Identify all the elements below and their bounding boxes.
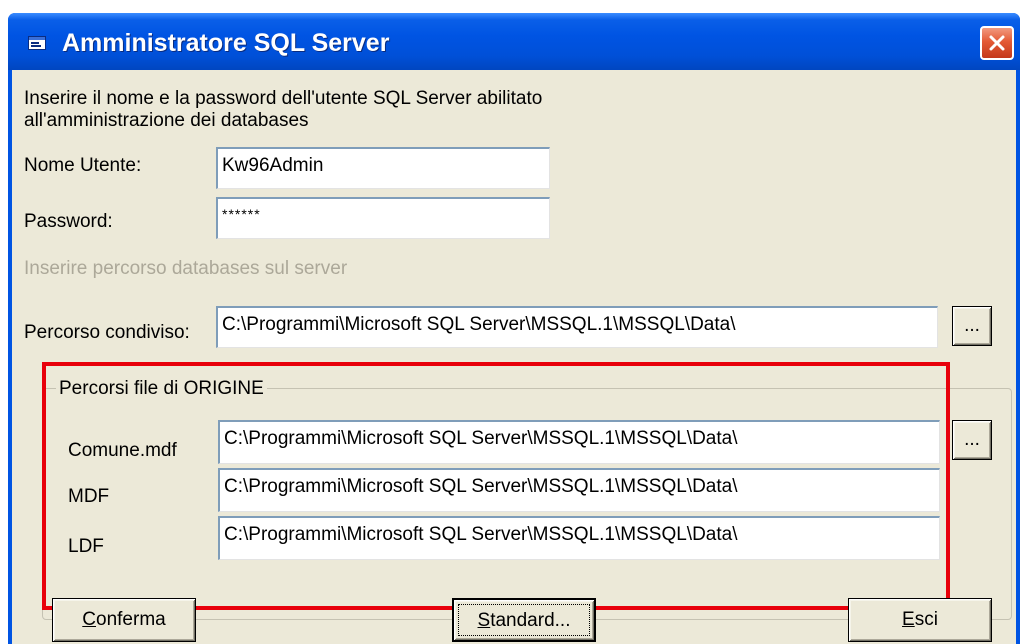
title-bar[interactable]: Amministratore SQL Server [8, 13, 1020, 70]
origin-row-label: LDF [68, 536, 104, 557]
focus-rectangle [458, 604, 590, 636]
confirm-mnemonic: C [82, 609, 97, 630]
standard-button[interactable]: Standard... [452, 598, 596, 642]
shared-path-label: Percorso condiviso: [24, 322, 190, 343]
intro-text-line2: all'amministrazione dei databases [24, 110, 309, 131]
exit-mnemonic: E [902, 609, 915, 630]
origin-row-label: Comune.mdf [68, 440, 177, 461]
dialog-window: Amministratore SQL Server Inserire il no… [8, 13, 1020, 644]
close-icon [989, 35, 1005, 51]
confirm-button[interactable]: Conferma [52, 598, 196, 642]
user-label: Nome Utente: [24, 155, 142, 176]
exit-button[interactable]: Esci [848, 598, 992, 642]
confirm-label: onferma [96, 609, 166, 630]
exit-label: sci [914, 609, 938, 630]
password-label: Password: [24, 211, 113, 232]
ldf-path-input[interactable]: C:\Programmi\Microsoft SQL Server\MSSQL.… [218, 516, 940, 560]
comune-mdf-path-input[interactable]: C:\Programmi\Microsoft SQL Server\MSSQL.… [218, 420, 940, 464]
window-title: Amministratore SQL Server [62, 29, 390, 57]
shared-path-browse-button[interactable]: ... [952, 306, 992, 346]
origin-path-browse-button[interactable]: ... [952, 420, 992, 460]
dialog-client-area: Inserire il nome e la password dell'uten… [12, 70, 1016, 644]
user-name-input[interactable]: Kw96Admin [216, 147, 550, 189]
mdf-path-input[interactable]: C:\Programmi\Microsoft SQL Server\MSSQL.… [218, 468, 940, 512]
intro-text-line1: Inserire il nome e la password dell'uten… [24, 88, 543, 109]
close-button[interactable] [980, 26, 1014, 60]
server-path-hint: Inserire percorso databases sul server [24, 258, 348, 279]
shared-path-input[interactable]: C:\Programmi\Microsoft SQL Server\MSSQL.… [216, 306, 938, 348]
window-app-icon [28, 36, 46, 50]
origin-row-label: MDF [68, 486, 110, 507]
password-input[interactable]: ****** [216, 197, 550, 239]
origin-paths-group-title: Percorsi file di ORIGINE [56, 378, 267, 400]
